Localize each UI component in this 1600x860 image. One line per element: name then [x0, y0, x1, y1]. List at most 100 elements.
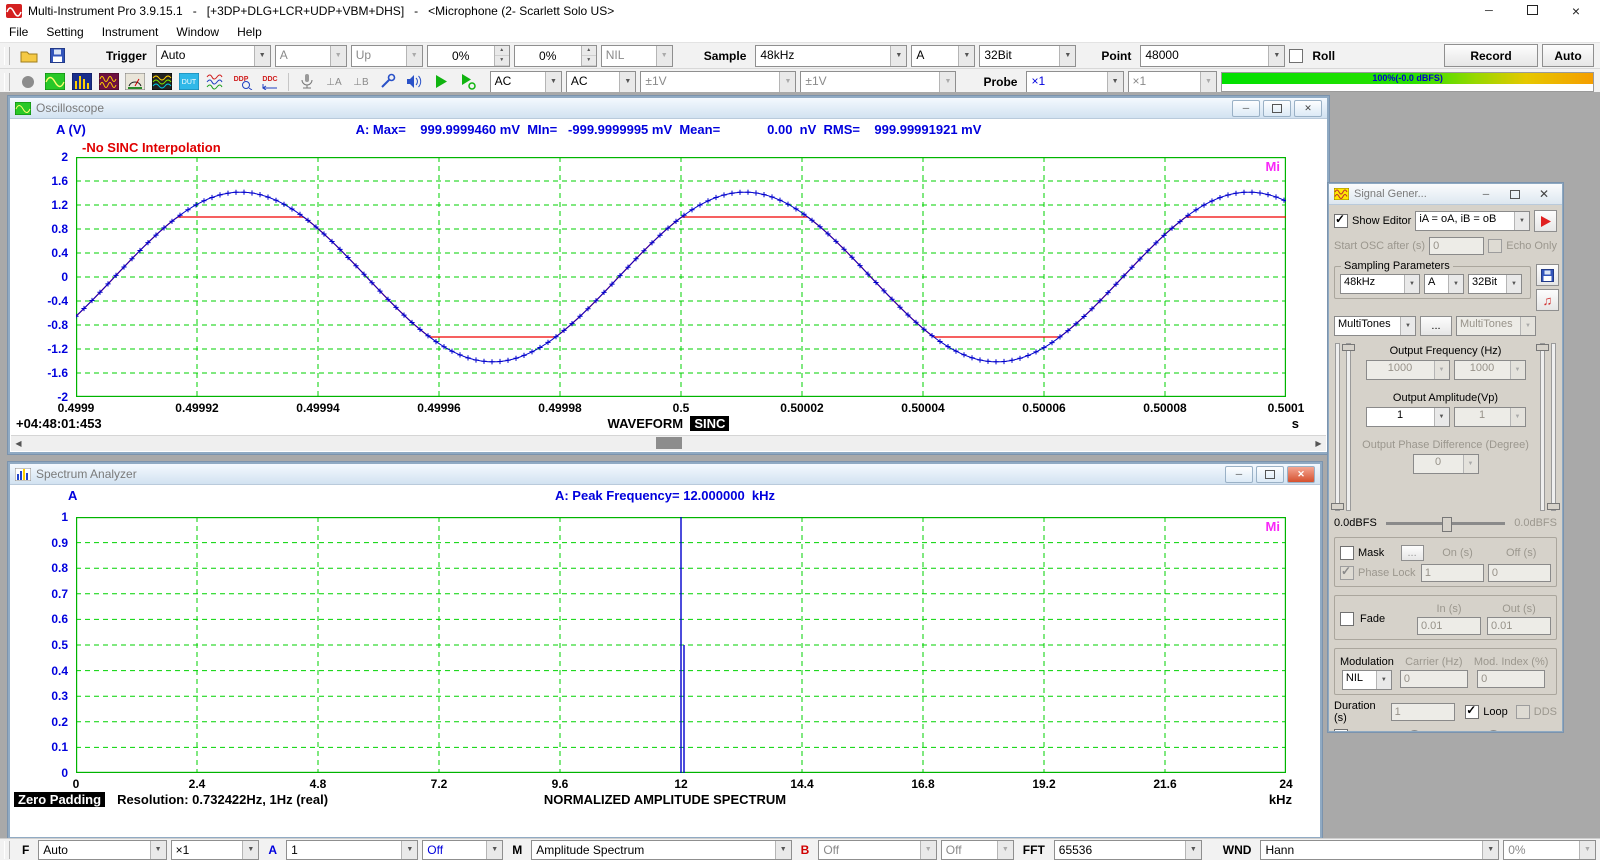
x-multiplier-select[interactable]: ×1▼	[171, 840, 260, 860]
generator-channel-select[interactable]: A▼	[1424, 274, 1464, 294]
trigger-hpf-select[interactable]: NIL▼	[601, 45, 673, 67]
run-loop-icon[interactable]	[457, 71, 480, 92]
b-extra-select[interactable]: Off▼	[941, 840, 1014, 860]
speaker-icon[interactable]	[403, 71, 426, 92]
mod-index-input[interactable]: 0	[1477, 670, 1545, 688]
sound-check-icon[interactable]	[376, 71, 399, 92]
generator-bits-select[interactable]: 32Bit▼	[1468, 274, 1522, 294]
close-icon[interactable]: ✕	[1287, 466, 1315, 483]
restore-icon[interactable]	[1263, 100, 1291, 117]
fade-in-input[interactable]: 0.01	[1417, 617, 1481, 635]
record-button[interactable]: Record	[1444, 44, 1538, 67]
scroll-left-icon[interactable]: ◀	[11, 436, 26, 450]
routing-select[interactable]: iA = oA, iB = oB▼	[1415, 211, 1530, 231]
a-scale-select[interactable]: 1▼	[286, 840, 418, 860]
phase-select[interactable]: 0▼	[1413, 454, 1479, 474]
coupling-b-select[interactable]: AC▼	[566, 71, 636, 93]
save-file-icon[interactable]	[45, 45, 69, 66]
scope-horizontal-scrollbar[interactable]: ◀ ▶	[11, 435, 1326, 451]
balance-slider[interactable]	[1386, 522, 1505, 525]
data-logger-icon[interactable]: DDC	[258, 71, 281, 92]
probe-a-select[interactable]: ×1▼	[1026, 71, 1123, 93]
spectrum-analyzer-icon[interactable]	[70, 71, 93, 92]
sweep-amplitude-radio[interactable]	[1487, 730, 1500, 732]
device-test-plan-icon[interactable]: DUT	[178, 71, 201, 92]
oscilloscope-icon[interactable]	[44, 71, 67, 92]
signal-generator-icon[interactable]	[97, 71, 120, 92]
coupling-a-select[interactable]: AC▼	[490, 71, 562, 93]
input-device-icon[interactable]	[296, 71, 319, 92]
dds-checkbox[interactable]	[1516, 705, 1530, 719]
range-b-select[interactable]: ±1V▼	[800, 71, 956, 93]
point-count-select[interactable]: 48000▼	[1140, 45, 1285, 67]
trigger-edge-select[interactable]: Up▼	[351, 45, 423, 67]
roll-checkbox[interactable]	[1289, 49, 1303, 63]
phase-lock-checkbox[interactable]	[1340, 566, 1354, 580]
sinc-badge[interactable]: SINC	[690, 416, 729, 431]
derived-data-point-icon[interactable]: DDP	[231, 71, 254, 92]
sample-bits-select[interactable]: 32Bit▼	[979, 45, 1076, 67]
overlap-select[interactable]: 0%▼	[1503, 840, 1596, 860]
trigger-level-stepper[interactable]: 0%▲▼	[427, 45, 510, 67]
minimize-icon[interactable]: ─	[1473, 187, 1499, 202]
mask-on-input[interactable]: 1	[1421, 564, 1484, 582]
run-generator-button[interactable]	[1534, 210, 1557, 232]
musical-scale-icon[interactable]: ♫	[1536, 289, 1559, 311]
start-osc-input[interactable]: 0	[1429, 237, 1484, 255]
probe-b-select[interactable]: ×1▼	[1128, 71, 1217, 93]
echo-only-checkbox[interactable]	[1488, 239, 1502, 253]
sweep-checkbox[interactable]	[1334, 729, 1348, 731]
sample-rate-select[interactable]: 48kHz▼	[755, 45, 907, 67]
multimeter-icon[interactable]	[124, 71, 147, 92]
frequency-a-select[interactable]: 1000▼	[1366, 360, 1450, 380]
wave-a-more-button[interactable]: ...	[1420, 316, 1452, 336]
output-level-a-coarse-slider[interactable]	[1335, 343, 1340, 511]
spectrum-3d-plot-icon[interactable]	[151, 71, 174, 92]
scroll-thumb[interactable]	[656, 437, 682, 449]
menu-help[interactable]: Help	[228, 23, 271, 41]
mask-more-button[interactable]: ...	[1401, 545, 1424, 561]
close-icon[interactable]: ✕	[1294, 100, 1322, 117]
menu-setting[interactable]: Setting	[37, 23, 92, 41]
scroll-right-icon[interactable]: ▶	[1311, 436, 1326, 450]
show-editor-checkbox[interactable]	[1334, 214, 1348, 228]
fade-out-input[interactable]: 0.01	[1487, 617, 1551, 635]
waveform-a-select[interactable]: MultiTones▼	[1334, 316, 1416, 336]
close-icon[interactable]: ✕	[1531, 187, 1557, 202]
display-mode-select[interactable]: Amplitude Spectrum▼	[531, 840, 791, 860]
amplitude-a-select[interactable]: 1▼	[1366, 407, 1450, 427]
menu-instrument[interactable]: Instrument	[93, 23, 168, 41]
menu-file[interactable]: File	[0, 23, 37, 41]
output-level-a-fine-slider[interactable]	[1346, 343, 1351, 511]
close-icon[interactable]: ×	[1572, 3, 1580, 19]
menu-window[interactable]: Window	[167, 23, 228, 41]
waveform-b-select[interactable]: MultiTones▼	[1456, 316, 1536, 336]
range-a-select[interactable]: ±1V▼	[640, 71, 796, 93]
output-level-b-fine-slider[interactable]	[1540, 343, 1545, 511]
output-level-b-coarse-slider[interactable]	[1551, 343, 1556, 511]
open-file-icon[interactable]	[17, 45, 41, 66]
signal-generator-titlebar[interactable]: Signal Gener... ─ ✕	[1329, 184, 1562, 205]
run-icon[interactable]	[430, 71, 453, 92]
mask-off-input[interactable]: 0	[1488, 564, 1551, 582]
minimize-icon[interactable]: ─	[1225, 466, 1253, 483]
derived-data-curve-icon[interactable]	[204, 71, 227, 92]
a-extra-select[interactable]: Off▼	[422, 840, 503, 860]
monitor-indicator-icon[interactable]	[17, 71, 40, 92]
minimize-icon[interactable]: ─	[1232, 100, 1260, 117]
carrier-input[interactable]: 0	[1400, 670, 1468, 688]
ground-b-icon[interactable]: ⊥B	[350, 71, 373, 92]
b-scale-select[interactable]: Off▼	[818, 840, 936, 860]
maximize-icon[interactable]	[1527, 5, 1538, 18]
save-signal-icon[interactable]	[1536, 264, 1559, 286]
mask-checkbox[interactable]	[1340, 546, 1354, 560]
minimize-icon[interactable]: ─	[1485, 5, 1493, 17]
ground-a-icon[interactable]: ⊥A	[323, 71, 346, 92]
auto-button[interactable]: Auto	[1542, 44, 1594, 67]
modulation-select[interactable]: NIL▼	[1342, 670, 1392, 690]
generator-rate-select[interactable]: 48kHz▼	[1340, 274, 1420, 294]
trigger-mode-select[interactable]: Auto▼	[156, 45, 271, 67]
frequency-axis-select[interactable]: Auto▼	[38, 840, 166, 860]
sweep-frequency-radio[interactable]	[1408, 730, 1421, 732]
oscilloscope-titlebar[interactable]: Oscilloscope ─ ✕	[10, 98, 1327, 119]
